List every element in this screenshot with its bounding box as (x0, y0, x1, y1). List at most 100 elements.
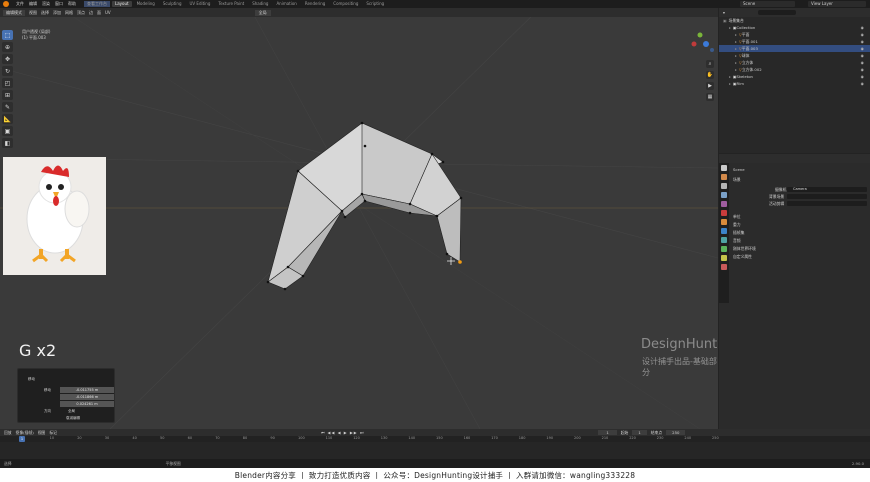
selected-vertex[interactable] (458, 260, 462, 264)
menu-view[interactable]: 视图 (29, 10, 37, 16)
outliner-item[interactable]: ▸ ▽ 立方体.002 ◉ (719, 66, 870, 73)
orientation-dropdown[interactable]: 全局 (254, 9, 271, 16)
add-cube-tool-icon[interactable]: ▣ (2, 126, 13, 136)
world-tab-icon[interactable] (721, 210, 727, 216)
playback-controls[interactable]: ⏮ ◀◀ ◀ ▶ ▶▶ ⏭ (321, 430, 364, 435)
outliner-filter-icon[interactable]: ▾ (723, 10, 725, 15)
visibility-eye-icon[interactable]: ◉ (861, 39, 864, 44)
menu-vertex[interactable]: 顶点 (77, 10, 85, 16)
end-frame-field[interactable]: 250 (666, 430, 686, 435)
cursor-tool-icon[interactable]: ⊕ (2, 42, 13, 52)
timeline-menu-marker[interactable]: 标记 (49, 430, 57, 436)
tab-uv-editing[interactable]: UV Editing (187, 1, 214, 7)
visibility-eye-icon[interactable]: ◉ (861, 32, 864, 37)
menu-select[interactable]: 选择 (41, 10, 49, 16)
visibility-eye-icon[interactable]: ◉ (861, 81, 864, 86)
menu-file[interactable]: 文件 (16, 1, 24, 7)
move-z-field[interactable]: 0.024261 m (60, 401, 114, 407)
tab-layout[interactable]: Layout (112, 1, 132, 7)
menu-uv[interactable]: UV (105, 10, 111, 15)
scene-selector[interactable]: Scene (740, 1, 795, 7)
camera-view-icon[interactable]: ▶ (706, 82, 714, 90)
visibility-eye-icon[interactable]: ◉ (861, 67, 864, 72)
mesh-object[interactable] (266, 121, 463, 291)
expand-arrow-icon[interactable]: ▸ (735, 32, 737, 37)
tab-sculpting[interactable]: Sculpting (160, 1, 185, 7)
section-gravity[interactable]: 重力 (733, 222, 741, 228)
move-y-field[interactable]: -0.011866 m (60, 394, 114, 400)
outliner-item[interactable]: ▸ ▣ Skeleton ◉ (719, 73, 870, 80)
select-tool-icon[interactable]: ⬚ (2, 30, 13, 40)
background-scene-field[interactable] (787, 194, 867, 199)
outliner-item[interactable]: ▸ ▽ 球体 ◉ (719, 52, 870, 59)
output-tab-icon[interactable] (721, 183, 727, 189)
tab-scripting[interactable]: Scripting (363, 1, 387, 7)
expand-arrow-icon[interactable]: ▸ (735, 60, 737, 65)
section-audio[interactable]: 音频 (733, 238, 741, 244)
view-layer-tab-icon[interactable] (721, 192, 727, 198)
tab-shading[interactable]: Shading (249, 1, 271, 7)
timeline-ruler[interactable]: 0102030405060708090100110120130140150160… (0, 436, 870, 442)
particles-tab-icon[interactable] (721, 237, 727, 243)
active-clip-field[interactable] (787, 201, 867, 206)
material-tab-icon[interactable] (721, 264, 727, 270)
timeline-menu-playback[interactable]: 回放 (4, 430, 12, 436)
visibility-eye-icon[interactable]: ◉ (861, 46, 864, 51)
tab-extra[interactable]: 查看工作台 (84, 1, 110, 7)
camera-field[interactable]: Camera (787, 187, 867, 192)
section-scene[interactable]: 场景 (733, 177, 741, 183)
navigation-gizmo[interactable] (691, 32, 715, 53)
menu-render[interactable]: 渲染 (42, 1, 50, 7)
expand-arrow-icon[interactable]: ▸ (735, 46, 737, 51)
tab-animation[interactable]: Animation (273, 1, 299, 7)
orient-dropdown[interactable]: 全局 (68, 409, 75, 414)
expand-arrow-icon[interactable]: ▸ (729, 81, 731, 86)
timeline-menu-keying[interactable]: 抠像(插帧) (16, 430, 34, 436)
menu-mesh[interactable]: 网格 (65, 10, 73, 16)
ortho-toggle-icon[interactable]: ▦ (706, 93, 714, 101)
start-frame-field[interactable]: 1 (632, 430, 647, 435)
current-frame-field[interactable]: 1 (598, 430, 617, 435)
menu-window[interactable]: 窗口 (55, 1, 63, 7)
transform-tool-icon[interactable]: ⊞ (2, 90, 13, 100)
tool-tab-icon[interactable] (721, 165, 727, 171)
outliner-item[interactable]: ▸ ▽ 平面.001 ◉ (719, 38, 870, 45)
visibility-eye-icon[interactable]: ◉ (861, 25, 864, 30)
section-rigid-body-world[interactable]: 刚体世界环境 (733, 246, 756, 252)
object-tab-icon[interactable] (721, 219, 727, 225)
tab-rendering[interactable]: Rendering (302, 1, 328, 7)
expand-arrow-icon[interactable]: ▸ (735, 53, 737, 58)
expand-arrow-icon[interactable]: ▸ (729, 25, 731, 30)
outliner-scene-collection[interactable]: ▣ 场景集合 (719, 17, 870, 24)
menu-edge[interactable]: 边 (89, 10, 93, 16)
visibility-eye-icon[interactable]: ◉ (861, 53, 864, 58)
zoom-icon[interactable]: ⌕ (706, 60, 714, 68)
3d-viewport[interactable]: 编辑模式 视图 选择 添加 网格 顶点 边 面 UV 全局 用户透视 (局部) … (0, 8, 718, 429)
modifier-tab-icon[interactable] (721, 228, 727, 234)
physics-tab-icon[interactable] (721, 246, 727, 252)
extrude-tool-icon[interactable]: ◧ (2, 138, 13, 148)
timeline-menu-view[interactable]: 视图 (38, 430, 46, 436)
visibility-eye-icon[interactable]: ◉ (861, 60, 864, 65)
menu-edit[interactable]: 编辑 (29, 1, 37, 7)
tab-modeling[interactable]: Modeling (134, 1, 158, 7)
outliner-item[interactable]: ▸ ▣ Rim ◉ (719, 80, 870, 87)
section-keying-sets[interactable]: 插帧集 (733, 230, 744, 236)
blender-logo-icon[interactable] (3, 1, 9, 7)
outliner-item[interactable]: ▸ ▽ 平面 ◉ (719, 31, 870, 38)
outliner-item[interactable]: ▸ ▣ Collection ◉ (719, 24, 870, 31)
scene-tab-icon[interactable] (721, 201, 727, 207)
playhead[interactable]: 1 (19, 436, 25, 442)
mode-dropdown[interactable]: 编辑模式 (3, 9, 25, 16)
menu-add[interactable]: 添加 (53, 10, 61, 16)
operator-redo-panel[interactable]: 移动 移动 -0.011755 m -0.011866 m 0.024261 m… (17, 368, 115, 423)
section-custom-props[interactable]: 自定义属性 (733, 254, 752, 260)
outliner-item[interactable]: ▸ ▽ 平面.003 ◉ (719, 45, 870, 52)
move-x-field[interactable]: -0.011755 m (60, 387, 114, 393)
expand-arrow-icon[interactable]: ▸ (735, 67, 737, 72)
measure-tool-icon[interactable]: 📐 (2, 114, 13, 124)
tab-compositing[interactable]: Compositing (330, 1, 361, 7)
expand-arrow-icon[interactable]: ▸ (735, 39, 737, 44)
proportional-checkbox[interactable]: 衰减编辑 (66, 416, 80, 421)
view-layer-selector[interactable]: View Layer (808, 1, 866, 7)
